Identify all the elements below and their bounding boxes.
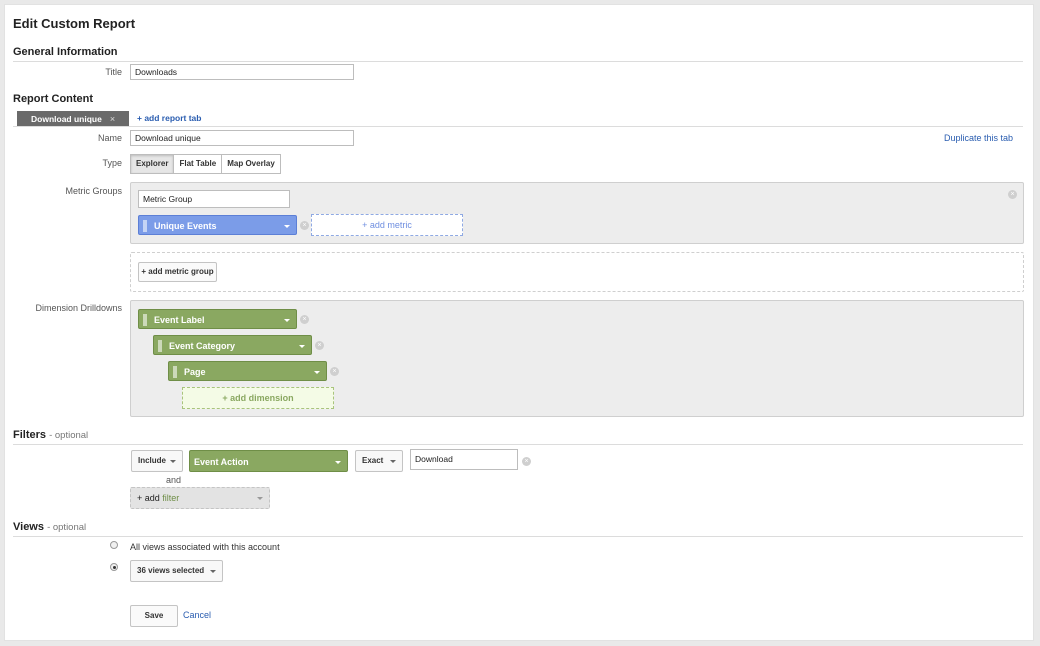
tab-name-input[interactable]: Download unique [130, 130, 354, 146]
remove-icon[interactable]: × [315, 341, 324, 350]
duplicate-tab-link[interactable]: Duplicate this tab [944, 133, 1013, 143]
divider [13, 444, 1023, 445]
dimension-chip-page[interactable]: Page [168, 361, 327, 381]
filters-heading-text: Filters [13, 429, 47, 441]
remove-icon[interactable]: × [300, 221, 309, 230]
dimension-chip-event-label[interactable]: Event Label [138, 309, 297, 329]
views-selected-value: 36 views selected [137, 566, 205, 575]
dimension-drilldowns-box: Event Label × Event Category × Page × + … [130, 300, 1024, 417]
dimension-chip-event-category[interactable]: Event Category [153, 335, 312, 355]
add-filter-dropdown[interactable]: + add filter [130, 487, 270, 509]
add-report-tab-link[interactable]: + add report tab [137, 113, 201, 123]
caret-down-icon[interactable] [335, 461, 341, 464]
remove-icon[interactable]: × [522, 457, 531, 466]
dimension-chip-label: Event Label [154, 315, 205, 325]
filter-include-dropdown[interactable]: Include [131, 450, 183, 472]
dimension-chip-label: Event Category [169, 341, 236, 351]
add-metric-button[interactable]: + add metric [311, 214, 463, 236]
caret-down-icon[interactable] [314, 371, 320, 374]
divider [13, 61, 1023, 62]
filters-heading: Filters - optional [13, 429, 88, 441]
add-metric-group-area: + add metric group [130, 252, 1024, 292]
edit-report-panel: Edit Custom Report General Information T… [4, 4, 1034, 641]
cancel-link[interactable]: Cancel [183, 610, 211, 620]
filter-value-input[interactable]: Download [410, 449, 518, 470]
filter-and-label: and [166, 475, 182, 485]
title-input[interactable]: Downloads [130, 64, 354, 80]
dimension-drilldowns-label: Dimension Drilldowns [35, 303, 122, 313]
drag-handle-icon[interactable] [143, 220, 147, 232]
report-tab-label: Download unique [31, 114, 102, 124]
all-views-label: All views associated with this account [130, 542, 280, 552]
filter-dimension-chip[interactable]: Event Action [189, 450, 348, 472]
remove-icon[interactable]: × [300, 315, 309, 324]
type-selector: Explorer Flat Table Map Overlay [130, 154, 281, 174]
filter-dimension-value: Event Action [194, 457, 249, 467]
caret-down-icon[interactable] [284, 225, 290, 228]
type-option-explorer[interactable]: Explorer [131, 155, 175, 173]
save-button[interactable]: Save [130, 605, 178, 627]
caret-down-icon[interactable] [299, 345, 305, 348]
caret-down-icon [210, 570, 216, 573]
filters-optional: - optional [49, 430, 89, 441]
add-filter-word: filter [162, 493, 180, 503]
caret-down-icon [390, 460, 396, 463]
divider [13, 536, 1023, 537]
views-optional: - optional [47, 522, 87, 533]
filter-include-value: Include [138, 456, 167, 465]
type-option-flat-table[interactable]: Flat Table [174, 155, 223, 173]
views-heading-text: Views [13, 521, 44, 533]
report-tab[interactable]: Download unique × [17, 111, 130, 127]
add-dimension-button[interactable]: + add dimension [182, 387, 334, 409]
caret-down-icon [257, 497, 263, 500]
drag-handle-icon[interactable] [158, 340, 162, 352]
divider [13, 126, 1023, 127]
filter-match-dropdown[interactable]: Exact [355, 450, 403, 472]
caret-down-icon [170, 460, 176, 463]
metric-chip-label: Unique Events [154, 221, 217, 231]
all-views-radio[interactable] [110, 541, 118, 549]
title-label: Title [105, 67, 122, 77]
dimension-chip-label: Page [184, 367, 206, 377]
remove-icon[interactable]: × [1008, 190, 1017, 199]
name-label: Name [97, 133, 122, 143]
report-content-heading: Report Content [13, 93, 94, 105]
page-title: Edit Custom Report [13, 16, 136, 31]
filter-match-value: Exact [362, 456, 384, 465]
add-filter-prefix: + add [137, 493, 160, 503]
close-icon[interactable]: × [110, 114, 115, 124]
remove-icon[interactable]: × [330, 367, 339, 376]
metric-group-name-input[interactable]: Metric Group [138, 190, 290, 208]
caret-down-icon[interactable] [284, 319, 290, 322]
metric-chip-unique-events[interactable]: Unique Events [138, 215, 297, 235]
add-metric-group-button[interactable]: + add metric group [138, 262, 217, 282]
metric-groups-label: Metric Groups [65, 186, 122, 196]
metric-group-box: Metric Group Unique Events × + add metri… [130, 182, 1024, 244]
type-option-map-overlay[interactable]: Map Overlay [222, 155, 280, 173]
general-information-heading: General Information [13, 46, 118, 58]
drag-handle-icon[interactable] [173, 366, 177, 378]
type-label: Type [102, 158, 122, 168]
views-selected-dropdown[interactable]: 36 views selected [130, 560, 223, 582]
selected-views-radio[interactable] [110, 563, 118, 571]
drag-handle-icon[interactable] [143, 314, 147, 326]
views-heading: Views - optional [13, 521, 86, 533]
